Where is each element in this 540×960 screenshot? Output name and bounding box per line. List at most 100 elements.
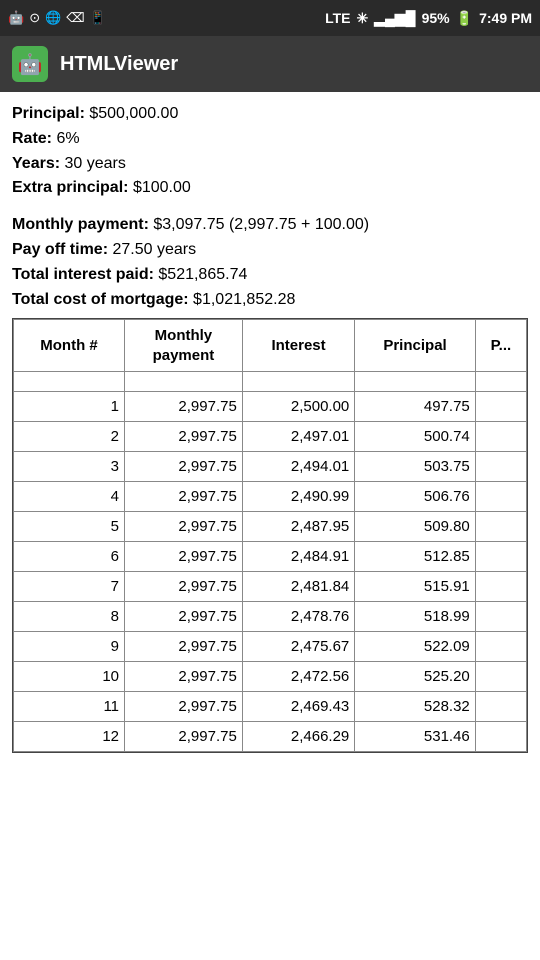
- cell-extra: [475, 392, 526, 422]
- cell-interest: 2,466.29: [242, 722, 354, 752]
- monthly-payment-line: Monthly payment: $3,097.75 (2,997.75 + 1…: [12, 213, 528, 238]
- amortization-table-wrapper[interactable]: Month # Monthlypayment Interest Principa…: [12, 318, 528, 753]
- table-row: 9 2,997.75 2,475.67 522.09: [14, 632, 527, 662]
- android-status-icon: 🤖: [8, 10, 24, 26]
- cell-extra: [475, 572, 526, 602]
- cell-principal: 503.75: [355, 452, 476, 482]
- table-header-row: Month # Monthlypayment Interest Principa…: [14, 320, 527, 372]
- years-value: 30 years: [65, 155, 126, 172]
- cell-interest: 2,481.84: [242, 572, 354, 602]
- payoff-label: Pay off time:: [12, 241, 108, 258]
- col-extra: P...: [475, 320, 526, 372]
- signal-bars: ▂▄▆█: [374, 10, 415, 27]
- cell-principal: 525.20: [355, 662, 476, 692]
- cell-month: 8: [14, 602, 125, 632]
- total-cost-value: $1,021,852.28: [193, 291, 295, 308]
- col-payment: Monthlypayment: [125, 320, 243, 372]
- cell-payment: 2,997.75: [125, 482, 243, 512]
- cell-principal: 497.75: [355, 392, 476, 422]
- cell-interest: 2,490.99: [242, 482, 354, 512]
- table-row: 7 2,997.75 2,481.84 515.91: [14, 572, 527, 602]
- total-cost-label: Total cost of mortgage:: [12, 291, 189, 308]
- total-interest-value: $521,865.74: [158, 266, 247, 283]
- cell-principal: 515.91: [355, 572, 476, 602]
- cell-month: 2: [14, 422, 125, 452]
- cell-interest: 2,472.56: [242, 662, 354, 692]
- rate-value: 6%: [56, 130, 79, 147]
- principal-label: Principal:: [12, 105, 85, 122]
- cell-payment: 2,997.75: [125, 692, 243, 722]
- col-principal: Principal: [355, 320, 476, 372]
- globe-icon: 🌐: [45, 10, 61, 26]
- principal-value: $500,000.00: [89, 105, 178, 122]
- total-interest-line: Total interest paid: $521,865.74: [12, 263, 528, 288]
- cell-interest: 2,484.91: [242, 542, 354, 572]
- table-row: 3 2,997.75 2,494.01 503.75: [14, 452, 527, 482]
- app-icon-glyph: 🤖: [18, 52, 43, 77]
- cell-payment: 2,997.75: [125, 722, 243, 752]
- summary-section: Monthly payment: $3,097.75 (2,997.75 + 1…: [12, 213, 528, 312]
- cell-principal: 528.32: [355, 692, 476, 722]
- table-row: 8 2,997.75 2,478.76 518.99: [14, 602, 527, 632]
- cell-payment: 2,997.75: [125, 662, 243, 692]
- status-right: LTE ✳ ▂▄▆█ 95% 🔋 7:49 PM: [325, 10, 532, 27]
- cell-payment: 2,997.75: [125, 542, 243, 572]
- main-content: Principal: $500,000.00 Rate: 6% Years: 3…: [0, 92, 540, 753]
- cell-month: 1: [14, 392, 125, 422]
- cell-month: 3: [14, 452, 125, 482]
- extra-principal-line: Extra principal: $100.00: [12, 176, 528, 201]
- cell-month: 4: [14, 482, 125, 512]
- extra-principal-label: Extra principal:: [12, 179, 128, 196]
- table-row: 2 2,997.75 2,497.01 500.74: [14, 422, 527, 452]
- cell-payment: 2,997.75: [125, 632, 243, 662]
- app-title: HTMLViewer: [60, 53, 178, 76]
- cell-interest: 2,500.00: [242, 392, 354, 422]
- cell-interest: 2,469.43: [242, 692, 354, 722]
- cell-extra: [475, 452, 526, 482]
- header-empty-row: [14, 372, 527, 392]
- cell-principal: 509.80: [355, 512, 476, 542]
- years-line: Years: 30 years: [12, 152, 528, 177]
- cell-payment: 2,997.75: [125, 392, 243, 422]
- cell-payment: 2,997.75: [125, 452, 243, 482]
- clock: 7:49 PM: [479, 10, 532, 26]
- status-icons: 🤖 ⊙ 🌐 ⌫ 📱: [8, 10, 106, 26]
- col-interest: Interest: [242, 320, 354, 372]
- monthly-payment-value: $3,097.75 (2,997.75 + 100.00): [153, 216, 369, 233]
- app-icon: 🤖: [12, 46, 48, 82]
- table-row: 1 2,997.75 2,500.00 497.75: [14, 392, 527, 422]
- table-row: 11 2,997.75 2,469.43 528.32: [14, 692, 527, 722]
- table-body: 1 2,997.75 2,500.00 497.75 2 2,997.75 2,…: [14, 392, 527, 752]
- cell-principal: 531.46: [355, 722, 476, 752]
- table-row: 10 2,997.75 2,472.56 525.20: [14, 662, 527, 692]
- total-interest-label: Total interest paid:: [12, 266, 154, 283]
- principal-line: Principal: $500,000.00: [12, 102, 528, 127]
- payoff-line: Pay off time: 27.50 years: [12, 238, 528, 263]
- cell-month: 7: [14, 572, 125, 602]
- cell-extra: [475, 632, 526, 662]
- cell-principal: 518.99: [355, 602, 476, 632]
- cell-extra: [475, 542, 526, 572]
- cell-principal: 500.74: [355, 422, 476, 452]
- info-section: Principal: $500,000.00 Rate: 6% Years: 3…: [12, 102, 528, 201]
- battery-level: 95%: [422, 10, 450, 26]
- cell-month: 12: [14, 722, 125, 752]
- cell-payment: 2,997.75: [125, 422, 243, 452]
- years-label: Years:: [12, 155, 60, 172]
- cell-principal: 512.85: [355, 542, 476, 572]
- cell-interest: 2,478.76: [242, 602, 354, 632]
- phone-icon: 📱: [90, 10, 106, 26]
- cell-month: 9: [14, 632, 125, 662]
- cell-month: 10: [14, 662, 125, 692]
- status-bar: 🤖 ⊙ 🌐 ⌫ 📱 LTE ✳ ▂▄▆█ 95% 🔋 7:49 PM: [0, 0, 540, 36]
- cell-interest: 2,497.01: [242, 422, 354, 452]
- cell-extra: [475, 422, 526, 452]
- rate-label: Rate:: [12, 130, 52, 147]
- table-row: 6 2,997.75 2,484.91 512.85: [14, 542, 527, 572]
- cell-interest: 2,487.95: [242, 512, 354, 542]
- signal-icon: ✳: [357, 10, 369, 27]
- cell-extra: [475, 662, 526, 692]
- cell-extra: [475, 482, 526, 512]
- total-cost-line: Total cost of mortgage: $1,021,852.28: [12, 288, 528, 313]
- cell-extra: [475, 512, 526, 542]
